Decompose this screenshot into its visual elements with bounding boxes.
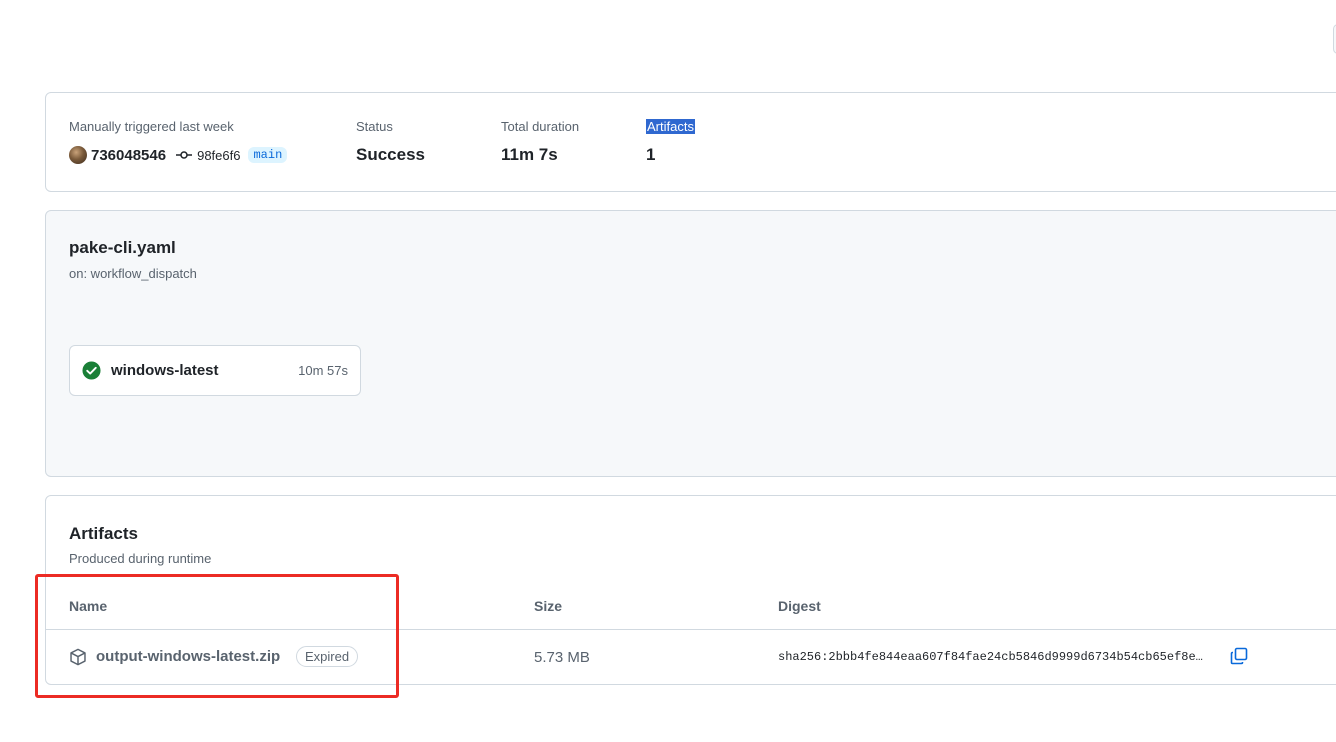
- status-label: Status: [356, 119, 393, 134]
- trigger-info: Manually triggered last week 736048546 9…: [69, 119, 288, 165]
- status-info: Status Success: [356, 119, 425, 165]
- artifact-digest: sha256:2bbb4fe844eaa607f84fae24cb5846d99…: [778, 650, 1203, 664]
- column-header-name: Name: [69, 598, 108, 614]
- trigger-details: 736048546 98fe6f6 main: [69, 145, 288, 165]
- duration-info: Total duration 11m 7s: [501, 119, 579, 165]
- artifact-name: output-windows-latest.zip: [96, 648, 281, 665]
- status-value: Success: [356, 145, 425, 164]
- job-windows-latest[interactable]: windows-latest 10m 57s: [69, 345, 361, 396]
- avatar[interactable]: [69, 146, 87, 164]
- artifacts-card: Artifacts Produced during runtime Name S…: [45, 495, 1336, 685]
- copy-icon[interactable]: [1229, 646, 1249, 666]
- workflow-file-name: pake-cli.yaml: [69, 238, 176, 257]
- duration-value: 11m 7s: [501, 145, 558, 164]
- workflow-trigger: on: workflow_dispatch: [69, 266, 197, 281]
- artifacts-subtitle: Produced during runtime: [69, 551, 212, 566]
- artifacts-count: 1: [646, 145, 656, 164]
- column-header-digest: Digest: [778, 598, 821, 614]
- job-name: windows-latest: [111, 362, 219, 379]
- artifacts-title: Artifacts: [69, 524, 138, 543]
- package-icon: [70, 648, 86, 666]
- check-circle-icon: [82, 361, 101, 380]
- branch-label[interactable]: main: [248, 147, 288, 163]
- workflow-run-page: Manually triggered last week 736048546 9…: [0, 0, 1336, 742]
- duration-label: Total duration: [501, 119, 580, 134]
- git-commit-icon: [176, 151, 193, 159]
- table-row: output-windows-latest.zip Expired 5.73 M…: [46, 630, 1336, 685]
- workflow-graph-card: pake-cli.yaml on: workflow_dispatch wind…: [45, 210, 1336, 477]
- commit-sha-link[interactable]: 98fe6f6: [197, 148, 240, 163]
- column-header-size: Size: [534, 598, 563, 614]
- artifacts-label[interactable]: Artifacts: [646, 119, 695, 134]
- run-summary-card: Manually triggered last week 736048546 9…: [45, 92, 1336, 192]
- artifact-size: 5.73 MB: [534, 649, 590, 666]
- actor-link[interactable]: 736048546: [91, 147, 166, 164]
- artifacts-label-wrapper: Artifacts: [646, 119, 695, 135]
- job-duration: 10m 57s: [298, 363, 348, 378]
- trigger-label: Manually triggered last week: [69, 119, 234, 134]
- artifacts-info: Artifacts 1: [646, 119, 695, 165]
- expired-badge: Expired: [296, 646, 359, 667]
